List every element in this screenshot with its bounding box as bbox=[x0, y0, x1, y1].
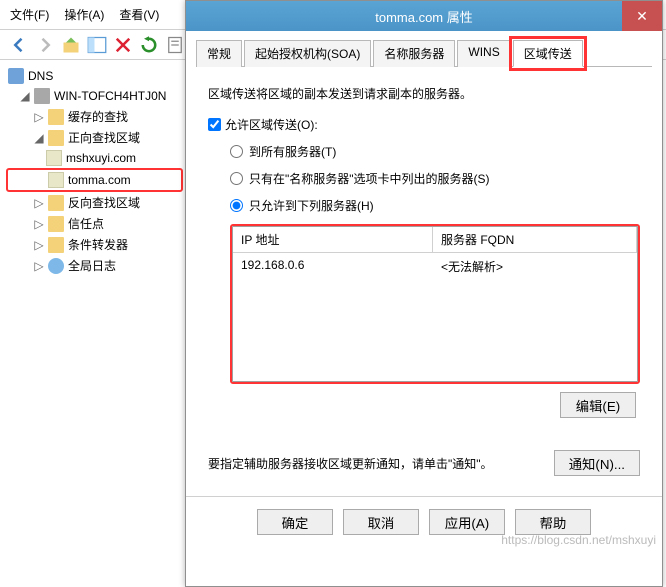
help-button[interactable]: 帮助 bbox=[515, 509, 591, 535]
tab-general[interactable]: 常规 bbox=[196, 40, 242, 67]
tree-label: 条件转发器 bbox=[68, 236, 128, 253]
up-button[interactable] bbox=[60, 34, 82, 56]
tabbar: 常规 起始授权机构(SOA) 名称服务器 WINS 区域传送 bbox=[196, 39, 652, 67]
tree-zone-tomma[interactable]: tomma.com bbox=[6, 168, 183, 192]
tree-trust-points[interactable]: ▷ 信任点 bbox=[6, 213, 183, 234]
dns-icon bbox=[8, 68, 24, 84]
expander-icon: ◢ bbox=[34, 131, 44, 145]
properties-dialog: tomma.com 属性 ✕ 常规 起始授权机构(SOA) 名称服务器 WINS… bbox=[185, 0, 663, 587]
radio-only-following[interactable] bbox=[230, 199, 243, 212]
server-icon bbox=[34, 88, 50, 104]
list-row[interactable]: 192.168.0.6 <无法解析> bbox=[233, 253, 637, 280]
tree-reverse-zones[interactable]: ▷ 反向查找区域 bbox=[6, 192, 183, 213]
zone-icon bbox=[46, 150, 62, 166]
apply-button[interactable]: 应用(A) bbox=[429, 509, 505, 535]
tree-label: 信任点 bbox=[68, 215, 104, 232]
tab-zone-transfer[interactable]: 区域传送 bbox=[513, 40, 583, 67]
expander-icon: ▷ bbox=[34, 238, 44, 252]
folder-icon bbox=[48, 216, 64, 232]
refresh-button[interactable] bbox=[138, 34, 160, 56]
notify-row: 要指定辅助服务器接收区域更新通知，请单击"通知"。 通知(N)... bbox=[208, 450, 640, 476]
folder-icon bbox=[48, 237, 64, 253]
radio-all-servers-label: 到所有服务器(T) bbox=[249, 143, 336, 160]
ok-button[interactable]: 确定 bbox=[257, 509, 333, 535]
nav-forward-button[interactable] bbox=[34, 34, 56, 56]
allow-zone-transfer-checkbox[interactable] bbox=[208, 118, 221, 131]
tree-root-dns[interactable]: DNS bbox=[6, 66, 183, 86]
menu-file[interactable]: 文件(F) bbox=[10, 6, 49, 23]
col-fqdn-header: 服务器 FQDN bbox=[433, 227, 637, 252]
cell-ip: 192.168.0.6 bbox=[233, 253, 433, 280]
allow-zone-transfer-label: 允许区域传送(O): bbox=[225, 116, 318, 133]
expander-icon: ◢ bbox=[20, 89, 30, 103]
menu-action[interactable]: 操作(A) bbox=[64, 6, 104, 23]
tab-content: 区域传送将区域的副本发送到请求副本的服务器。 允许区域传送(O): 到所有服务器… bbox=[186, 67, 662, 496]
menu-view[interactable]: 查看(V) bbox=[119, 6, 159, 23]
properties-button[interactable] bbox=[164, 34, 186, 56]
radio-all-servers[interactable] bbox=[230, 145, 243, 158]
delete-button[interactable] bbox=[112, 34, 134, 56]
globe-icon bbox=[48, 258, 64, 274]
tree-label: 反向查找区域 bbox=[68, 194, 140, 211]
close-button[interactable]: ✕ bbox=[622, 1, 662, 31]
folder-icon bbox=[48, 130, 64, 146]
tab-soa[interactable]: 起始授权机构(SOA) bbox=[244, 40, 371, 67]
tree-label: WIN-TOFCH4HTJ0N bbox=[54, 89, 166, 103]
tree-label: DNS bbox=[28, 69, 53, 83]
tree-conditional-forwarders[interactable]: ▷ 条件转发器 bbox=[6, 234, 183, 255]
show-hide-tree-button[interactable] bbox=[86, 34, 108, 56]
tree-pane: DNS ◢ WIN-TOFCH4HTJ0N ▷ 缓存的查找 ◢ 正向查找区域 m… bbox=[0, 60, 190, 587]
expander-icon: ▷ bbox=[34, 259, 44, 273]
notify-text: 要指定辅助服务器接收区域更新通知，请单击"通知"。 bbox=[208, 455, 544, 472]
radio-only-following-label: 只允许到下列服务器(H) bbox=[249, 197, 374, 214]
close-icon: ✕ bbox=[636, 8, 648, 25]
tree-label: 正向查找区域 bbox=[68, 129, 140, 146]
expander-icon: ▷ bbox=[34, 196, 44, 210]
tree-global-log[interactable]: ▷ 全局日志 bbox=[6, 255, 183, 276]
titlebar: tomma.com 属性 ✕ bbox=[186, 1, 662, 31]
expander-icon: ▷ bbox=[34, 110, 44, 124]
radio-ns-only[interactable] bbox=[230, 172, 243, 185]
folder-icon bbox=[48, 109, 64, 125]
server-list: IP 地址 服务器 FQDN 192.168.0.6 <无法解析> bbox=[230, 224, 640, 384]
nav-back-button[interactable] bbox=[8, 34, 30, 56]
dialog-title: tomma.com 属性 bbox=[194, 7, 654, 26]
radio-ns-only-label: 只有在"名称服务器"选项卡中列出的服务器(S) bbox=[249, 170, 490, 187]
cancel-button[interactable]: 取消 bbox=[343, 509, 419, 535]
col-ip-header: IP 地址 bbox=[233, 227, 433, 252]
zone-transfer-radio-group: 到所有服务器(T) 只有在"名称服务器"选项卡中列出的服务器(S) 只允许到下列… bbox=[230, 143, 640, 214]
expander-icon: ▷ bbox=[34, 217, 44, 231]
tree-label: mshxuyi.com bbox=[66, 151, 136, 165]
notify-button[interactable]: 通知(N)... bbox=[554, 450, 640, 476]
tree-label: 全局日志 bbox=[68, 257, 116, 274]
tree-label: 缓存的查找 bbox=[68, 108, 128, 125]
folder-icon bbox=[48, 195, 64, 211]
tree-cached-lookups[interactable]: ▷ 缓存的查找 bbox=[6, 106, 183, 127]
dialog-buttons: 确定 取消 应用(A) 帮助 bbox=[186, 496, 662, 547]
tab-name-servers[interactable]: 名称服务器 bbox=[373, 40, 455, 67]
zone-icon bbox=[48, 172, 64, 188]
tab-wins[interactable]: WINS bbox=[457, 40, 510, 67]
cell-fqdn: <无法解析> bbox=[433, 253, 637, 280]
list-header: IP 地址 服务器 FQDN bbox=[233, 227, 637, 253]
zone-transfer-description: 区域传送将区域的副本发送到请求副本的服务器。 bbox=[208, 85, 640, 102]
tree-label: tomma.com bbox=[68, 173, 131, 187]
tree-zone-mshxuyi[interactable]: mshxuyi.com bbox=[6, 148, 183, 168]
tree-forward-zones[interactable]: ◢ 正向查找区域 bbox=[6, 127, 183, 148]
allow-zone-transfer-row: 允许区域传送(O): bbox=[208, 116, 640, 133]
edit-button[interactable]: 编辑(E) bbox=[560, 392, 636, 418]
tree-server[interactable]: ◢ WIN-TOFCH4HTJ0N bbox=[6, 86, 183, 106]
